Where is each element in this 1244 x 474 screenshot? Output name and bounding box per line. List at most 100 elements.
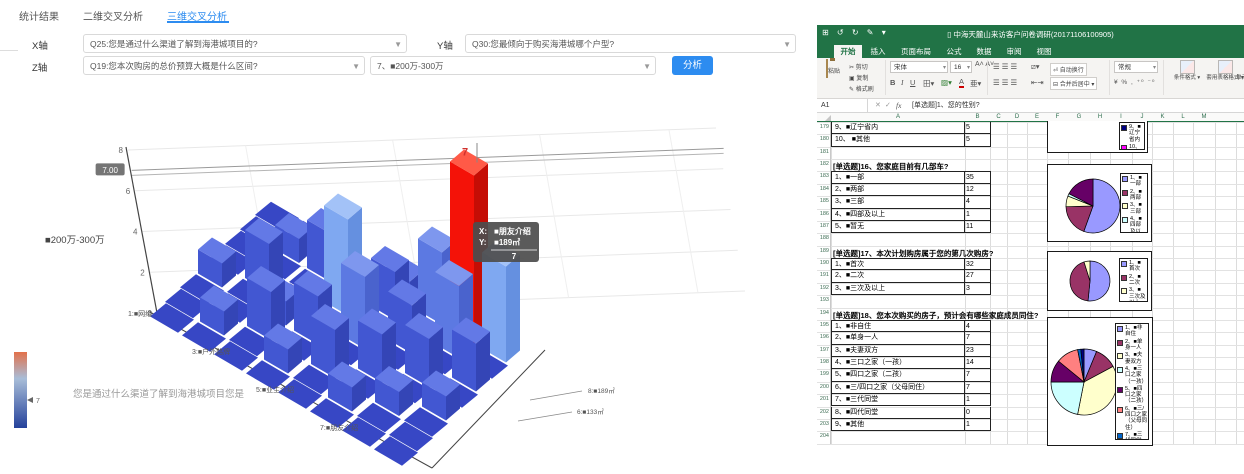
cell-option-value[interactable]: 35: [964, 171, 991, 183]
cell-option-value[interactable]: 12: [964, 184, 991, 196]
cell-option-value[interactable]: 1: [964, 209, 991, 221]
legend-label: 5、■四口之家（二孩）: [1125, 386, 1147, 405]
cell-option-label[interactable]: 3、■三部: [831, 196, 965, 208]
column-header-C[interactable]: C: [996, 114, 1000, 120]
column-header-M[interactable]: M: [1202, 114, 1207, 120]
ribbon-tab-数据[interactable]: 数据: [970, 45, 998, 58]
cell-option-label[interactable]: 5、■四口之家（二孩）: [831, 369, 965, 381]
cell-option-label[interactable]: 8、■四代同堂: [831, 407, 965, 419]
font-size-combo[interactable]: 16▾: [950, 61, 972, 73]
underline-button[interactable]: U: [910, 78, 915, 87]
orientation-button[interactable]: ⧄▾: [1031, 62, 1040, 72]
cell-option-value[interactable]: 23: [964, 345, 991, 357]
cell-option-label[interactable]: 4、■三口之家（一孩）: [831, 357, 965, 369]
chart-object[interactable]: 1、■非自住2、■单身一人3、■夫妻双方4、■三口之家（一孩）5、■四口之家（二…: [1047, 317, 1153, 446]
ribbon-tab-公式[interactable]: 公式: [940, 45, 968, 58]
column-header-I[interactable]: I: [1120, 114, 1122, 120]
cell-option-label[interactable]: 7、■三代同堂: [831, 394, 965, 406]
column-header-D[interactable]: D: [1015, 114, 1019, 120]
number-format-buttons[interactable]: ¥ % , ⁺⁰ ⁻⁰: [1114, 78, 1156, 86]
cell-option-label[interactable]: 6、■三/四口之家（父母同住）: [831, 382, 965, 394]
font-color-button[interactable]: A: [959, 78, 964, 88]
colorbar[interactable]: [14, 352, 27, 428]
chart-object[interactable]: 1、■一部2、■两部3、■三部4、■四部及以上5、■暂无: [1047, 164, 1152, 242]
cancel-icon[interactable]: ✕: [875, 99, 881, 112]
cell-option-label[interactable]: 2、■两部: [831, 184, 965, 196]
cell-option-label[interactable]: 5、■暂无: [831, 221, 965, 233]
cell-option-label[interactable]: 2、■二次: [831, 270, 965, 282]
ribbon-tab-视图[interactable]: 视图: [1030, 45, 1058, 58]
fx-icon[interactable]: fx: [896, 99, 901, 112]
grow-font-button[interactable]: A˄ A˅: [975, 61, 994, 68]
chart-object[interactable]: 9、■辽宁省内10、■其他: [1047, 121, 1148, 153]
cell-option-label[interactable]: 2、■单身一人: [831, 332, 965, 344]
paste-label: 粘贴: [828, 69, 840, 75]
ribbon-tab-审阅[interactable]: 审阅: [1000, 45, 1028, 58]
column-header-F[interactable]: F: [1056, 114, 1060, 120]
cell-option-value[interactable]: 14: [964, 357, 991, 369]
cell-option-label[interactable]: 1、■非自住: [831, 320, 965, 332]
row-number: 190: [817, 260, 829, 266]
ribbon-tab-插入[interactable]: 插入: [864, 45, 892, 58]
number-format-combo[interactable]: 常规▾: [1114, 61, 1158, 73]
cell-option-value[interactable]: 1: [964, 419, 991, 431]
fill-color-button[interactable]: ▨▾: [941, 78, 952, 87]
cell-option-value[interactable]: 11: [964, 221, 991, 233]
chart-object[interactable]: 1、■首次2、■二次3、■三次及以上: [1047, 251, 1152, 311]
cell-option-label[interactable]: 4、■四部及以上: [831, 209, 965, 221]
column-header-A[interactable]: A: [896, 114, 900, 120]
column-header-H[interactable]: H: [1098, 114, 1102, 120]
name-box[interactable]: A1: [817, 99, 868, 112]
cell-option-label[interactable]: 1、■首次: [831, 258, 965, 270]
wrap-text-button[interactable]: ⏎ 自动换行: [1050, 63, 1087, 76]
cell-option-value[interactable]: 7: [964, 369, 991, 381]
merge-center-button[interactable]: ⊟ 合并后居中 ▾: [1050, 77, 1097, 90]
legend-entry: 3、■三次及以上: [1121, 287, 1146, 302]
cell-option-value[interactable]: 5: [964, 134, 991, 146]
italic-button[interactable]: I: [901, 78, 904, 87]
cell-option-label[interactable]: 9、■辽宁省内: [831, 122, 965, 134]
align-top-buttons[interactable]: ☰☰☰: [993, 62, 1019, 71]
bold-button[interactable]: B: [890, 78, 895, 87]
cell-option-label[interactable]: 3、■夫妻双方: [831, 345, 965, 357]
column-header-K[interactable]: K: [1160, 114, 1164, 120]
column-header-G[interactable]: G: [1077, 114, 1082, 120]
cell-option-value[interactable]: 5: [964, 122, 991, 134]
indent-buttons[interactable]: ⇤⇥: [1031, 78, 1044, 87]
cell-option-label[interactable]: 9、■其他: [831, 419, 965, 431]
borders-button[interactable]: 田▾: [923, 78, 934, 89]
conditional-formatting-button[interactable]: 条件格式 ▾: [1167, 60, 1207, 81]
phonetic-button[interactable]: 亜▾: [970, 78, 981, 89]
paste-button[interactable]: 粘贴: [821, 60, 845, 78]
conditional-formatting-icon: [1180, 60, 1195, 74]
cell-option-value[interactable]: 4: [964, 196, 991, 208]
column-header-B[interactable]: B: [975, 114, 979, 120]
cell-option-label[interactable]: 1、■一部: [831, 171, 965, 183]
enter-icon[interactable]: ✓: [885, 99, 891, 112]
cell-option-value[interactable]: 4: [964, 320, 991, 332]
ribbon-separator: [885, 60, 886, 95]
copy-button[interactable]: ▣ 复制: [849, 73, 868, 82]
column-header-E[interactable]: E: [1035, 114, 1039, 120]
cell-option-value[interactable]: 7: [964, 332, 991, 344]
column-header-L[interactable]: L: [1181, 114, 1184, 120]
font-name-combo[interactable]: 宋体▾: [890, 61, 948, 73]
cell-option-value[interactable]: 27: [964, 270, 991, 282]
row-number: 203: [817, 421, 829, 427]
bar3d-chart[interactable]: 7.00864201:■网络3:■户外路牌5:■业主介绍7:■朋友介绍6:■13…: [0, 0, 800, 474]
formula-input[interactable]: [单选题]1、您的性别?: [912, 99, 980, 112]
cell-option-value[interactable]: 7: [964, 382, 991, 394]
cut-button[interactable]: ✂ 剪切: [849, 62, 868, 71]
ribbon-tab-开始[interactable]: 开始: [834, 45, 862, 58]
cell-option-label[interactable]: 3、■三次及以上: [831, 283, 965, 295]
cell-styles-button[interactable]: 单元格样式 ▾: [1232, 60, 1244, 81]
column-header-J[interactable]: J: [1141, 114, 1144, 120]
cell-option-value[interactable]: 1: [964, 394, 991, 406]
format-painter-button[interactable]: ✎ 格式刷: [849, 84, 874, 93]
align-bottom-buttons[interactable]: ☰☰☰: [993, 78, 1019, 87]
cell-option-value[interactable]: 3: [964, 283, 991, 295]
cell-option-label[interactable]: 10、 ■其他: [831, 134, 965, 146]
cell-option-value[interactable]: 32: [964, 258, 991, 270]
cell-option-value[interactable]: 0: [964, 407, 991, 419]
ribbon-tab-页面布局[interactable]: 页面布局: [894, 45, 938, 58]
